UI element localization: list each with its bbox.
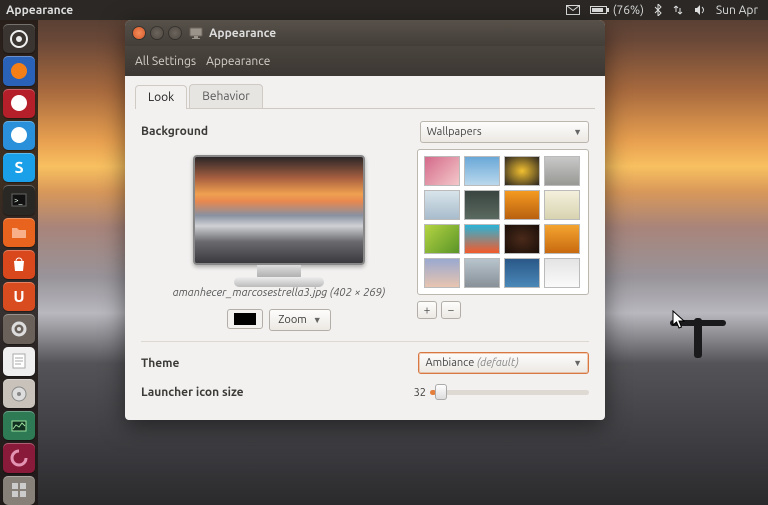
wallpaper-grid xyxy=(417,149,589,295)
bluetooth-icon[interactable] xyxy=(654,4,662,16)
battery-percent: (76%) xyxy=(613,4,644,17)
wallpaper-thumb[interactable] xyxy=(504,190,540,220)
tab-behavior[interactable]: Behavior xyxy=(189,84,263,108)
breadcrumb: All Settings Appearance xyxy=(125,46,605,76)
appearance-icon xyxy=(189,26,203,40)
launcher-dash[interactable] xyxy=(3,24,35,53)
tab-look[interactable]: Look xyxy=(135,85,187,109)
zoom-mode-button[interactable]: Zoom ▼ xyxy=(269,309,330,331)
wallpaper-thumb[interactable] xyxy=(504,224,540,254)
wallpaper-thumb[interactable] xyxy=(464,224,500,254)
clock[interactable]: Sun Apr xyxy=(716,4,758,17)
launcher-software-center[interactable] xyxy=(3,250,35,279)
mouse-cursor xyxy=(672,310,688,330)
launcher: S >_ U xyxy=(0,20,38,505)
wallpaper-thumb[interactable] xyxy=(544,156,580,186)
wallpaper-source-dropdown[interactable]: Wallpapers ▼ xyxy=(420,121,589,143)
launcher-ubuntu-one[interactable]: U xyxy=(3,282,35,311)
wallpaper-thumb[interactable] xyxy=(464,190,500,220)
window-title: Appearance xyxy=(209,27,276,40)
background-color-swatch[interactable] xyxy=(227,309,263,329)
wallpaper-filename: amanhecer_marcosestrella3.jpg (402 × 269… xyxy=(141,287,417,299)
launcher-size-label: Launcher icon size xyxy=(141,386,406,399)
zoom-mode-label: Zoom xyxy=(278,314,307,326)
wallpaper-thumb[interactable] xyxy=(424,258,460,288)
window-minimize-button[interactable] xyxy=(151,27,163,39)
appearance-window: Appearance All Settings Appearance Look … xyxy=(125,20,605,420)
wallpaper-preview-monitor xyxy=(193,155,365,277)
launcher-firefox[interactable] xyxy=(3,56,35,85)
theme-label: Theme xyxy=(141,357,418,370)
wallpaper-thumb[interactable] xyxy=(544,190,580,220)
panel-app-title: Appearance xyxy=(0,4,73,17)
window-maximize-button[interactable] xyxy=(169,27,181,39)
battery-indicator[interactable]: (76%) xyxy=(590,4,644,17)
launcher-text-editor[interactable] xyxy=(3,347,35,376)
mail-icon[interactable] xyxy=(566,5,580,15)
sound-icon[interactable] xyxy=(694,4,706,16)
top-panel: Appearance (76%) Sun Apr xyxy=(0,0,768,20)
launcher-chromium[interactable] xyxy=(3,121,35,150)
chevron-down-icon: ▼ xyxy=(573,358,582,368)
chevron-down-icon: ▼ xyxy=(313,315,322,325)
wallpaper-thumb[interactable] xyxy=(504,156,540,186)
launcher-terminal[interactable]: >_ xyxy=(3,185,35,214)
breadcrumb-current: Appearance xyxy=(206,55,270,68)
launcher-system-monitor[interactable] xyxy=(3,411,35,440)
slider-knob[interactable] xyxy=(435,384,447,400)
launcher-disks[interactable] xyxy=(3,379,35,408)
launcher-skype[interactable]: S xyxy=(3,153,35,182)
launcher-size-slider[interactable] xyxy=(430,390,589,395)
wallpaper-thumb[interactable] xyxy=(424,224,460,254)
launcher-workspace[interactable] xyxy=(3,476,35,505)
theme-dropdown[interactable]: Ambiance (default) ▼ xyxy=(418,352,589,374)
launcher-devices[interactable] xyxy=(3,443,35,472)
wallpaper-thumb[interactable] xyxy=(544,258,580,288)
wallpaper-thumb[interactable] xyxy=(464,156,500,186)
remove-wallpaper-button[interactable]: − xyxy=(441,301,461,319)
launcher-opera[interactable] xyxy=(3,89,35,118)
chevron-down-icon: ▼ xyxy=(573,127,582,137)
wallpaper-thumb[interactable] xyxy=(504,258,540,288)
wallpaper-source-value: Wallpapers xyxy=(427,126,482,138)
window-titlebar[interactable]: Appearance xyxy=(125,20,605,46)
breadcrumb-root[interactable]: All Settings xyxy=(135,55,196,68)
wallpaper-thumb[interactable] xyxy=(424,190,460,220)
launcher-size-value: 32 xyxy=(406,387,426,399)
wallpaper-thumb[interactable] xyxy=(544,224,580,254)
network-icon[interactable] xyxy=(672,4,684,16)
tabs: Look Behavior xyxy=(135,84,595,109)
svg-text:>_: >_ xyxy=(14,196,23,205)
wallpaper-thumb[interactable] xyxy=(424,156,460,186)
window-close-button[interactable] xyxy=(133,27,145,39)
add-wallpaper-button[interactable]: + xyxy=(417,301,437,319)
launcher-settings[interactable] xyxy=(3,314,35,343)
background-label: Background xyxy=(141,121,420,143)
launcher-files[interactable] xyxy=(3,218,35,247)
wallpaper-thumb[interactable] xyxy=(464,258,500,288)
theme-value: Ambiance (default) xyxy=(425,357,518,369)
